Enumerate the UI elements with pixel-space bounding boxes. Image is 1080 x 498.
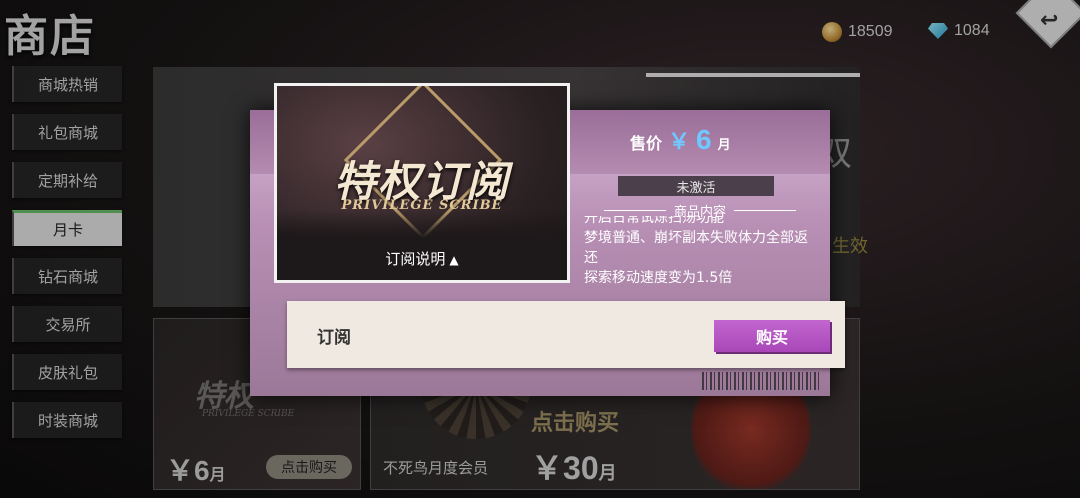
subscription-help-link[interactable]: 订阅说明 ▲	[277, 248, 567, 269]
status-badge: 未激活	[618, 176, 774, 196]
price-line: 售价 ￥ 6 月	[630, 124, 731, 156]
content-line: 开启日常试炼扫荡功能	[584, 216, 724, 226]
expand-up-icon: ▲	[449, 253, 459, 267]
buy-button[interactable]: 购买	[714, 320, 830, 352]
price-symbol: ￥	[668, 130, 691, 155]
content-list[interactable]: 开启日常试炼扫荡功能 梦境普通、崩坏副本失败体力全部返还 探索移动速度变为1.5…	[584, 216, 820, 300]
help-label: 订阅说明	[385, 250, 446, 268]
price-label: 售价	[630, 134, 663, 153]
card-subtitle: PRIVILEGE SCRIBE	[341, 198, 503, 213]
barcode-decoration	[702, 372, 822, 390]
price-unit: 月	[717, 138, 731, 153]
subscribe-label: 订阅	[317, 328, 351, 348]
privilege-card-image: 特权订阅 PRIVILEGE SCRIBE 订阅说明 ▲	[274, 83, 570, 283]
price-value: 6	[696, 124, 712, 155]
content-line: 梦境普通、崩坏副本失败体力全部返还	[584, 230, 808, 266]
landscape-decoration	[277, 210, 567, 280]
content-line: 探索移动速度变为1.5倍	[584, 270, 733, 286]
